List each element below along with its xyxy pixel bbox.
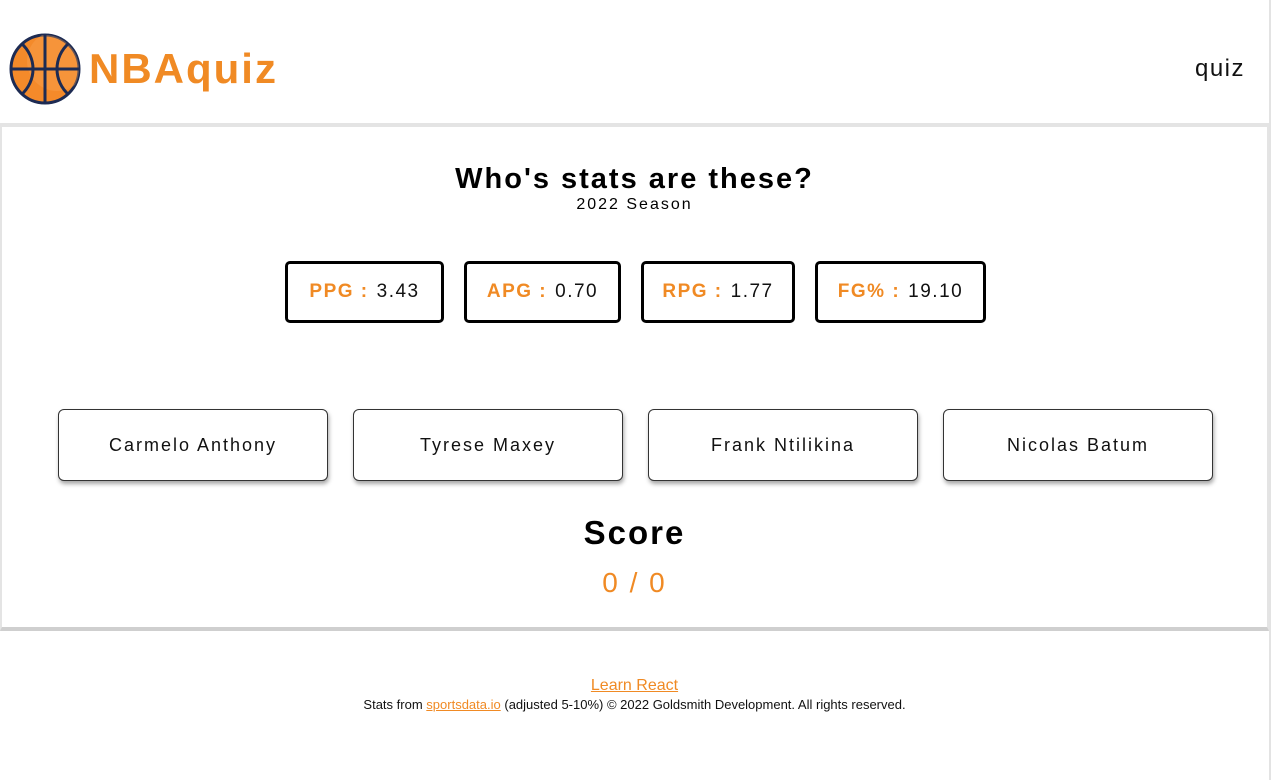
score-title: Score xyxy=(583,514,686,551)
footer-learn: Learn React xyxy=(0,676,1269,696)
brand-title: NBAquiz xyxy=(89,45,278,92)
stat-fg-percent: FG% : 19.10 xyxy=(815,261,986,323)
score-value: 0 / 0 xyxy=(602,567,667,598)
stat-value: 1.77 xyxy=(730,281,774,302)
stat-label: RPG : xyxy=(662,281,723,302)
stat-apg: APG : 0.70 xyxy=(464,261,621,323)
learn-react-link[interactable]: Learn React xyxy=(591,677,678,694)
stat-label: PPG : xyxy=(309,281,369,302)
quiz-question: Who's stats are these? xyxy=(455,163,814,195)
quiz-card: Who's stats are these? 2022 Season PPG :… xyxy=(0,123,1269,631)
season-label: 2022 Season xyxy=(576,196,693,213)
sportsdata-link[interactable]: sportsdata.io xyxy=(426,697,500,712)
stat-value: 3.43 xyxy=(376,281,420,302)
answer-button-nicolas-batum[interactable]: Nicolas Batum xyxy=(943,409,1213,481)
stat-label: FG% : xyxy=(837,281,901,302)
credits-prefix: Stats from xyxy=(363,697,423,712)
stat-value: 19.10 xyxy=(908,281,964,302)
stat-ppg: PPG : 3.43 xyxy=(285,261,444,323)
answer-button-carmelo-anthony[interactable]: Carmelo Anthony xyxy=(58,409,328,481)
footer-credits: Stats from sportsdata.io (adjusted 5-10%… xyxy=(0,697,1269,713)
stat-rpg: RPG : 1.77 xyxy=(641,261,795,323)
site-header: NBAquiz quiz xyxy=(0,0,1269,122)
stat-label: APG : xyxy=(486,281,548,302)
basketball-icon xyxy=(9,33,81,105)
credits-suffix: (adjusted 5-10%) © 2022 Goldsmith Develo… xyxy=(504,697,906,712)
nav-link-quiz[interactable]: quiz xyxy=(1195,54,1245,84)
answer-button-tyrese-maxey[interactable]: Tyrese Maxey xyxy=(353,409,623,481)
answer-button-frank-ntilikina[interactable]: Frank Ntilikina xyxy=(648,409,918,481)
stat-value: 0.70 xyxy=(555,281,599,302)
